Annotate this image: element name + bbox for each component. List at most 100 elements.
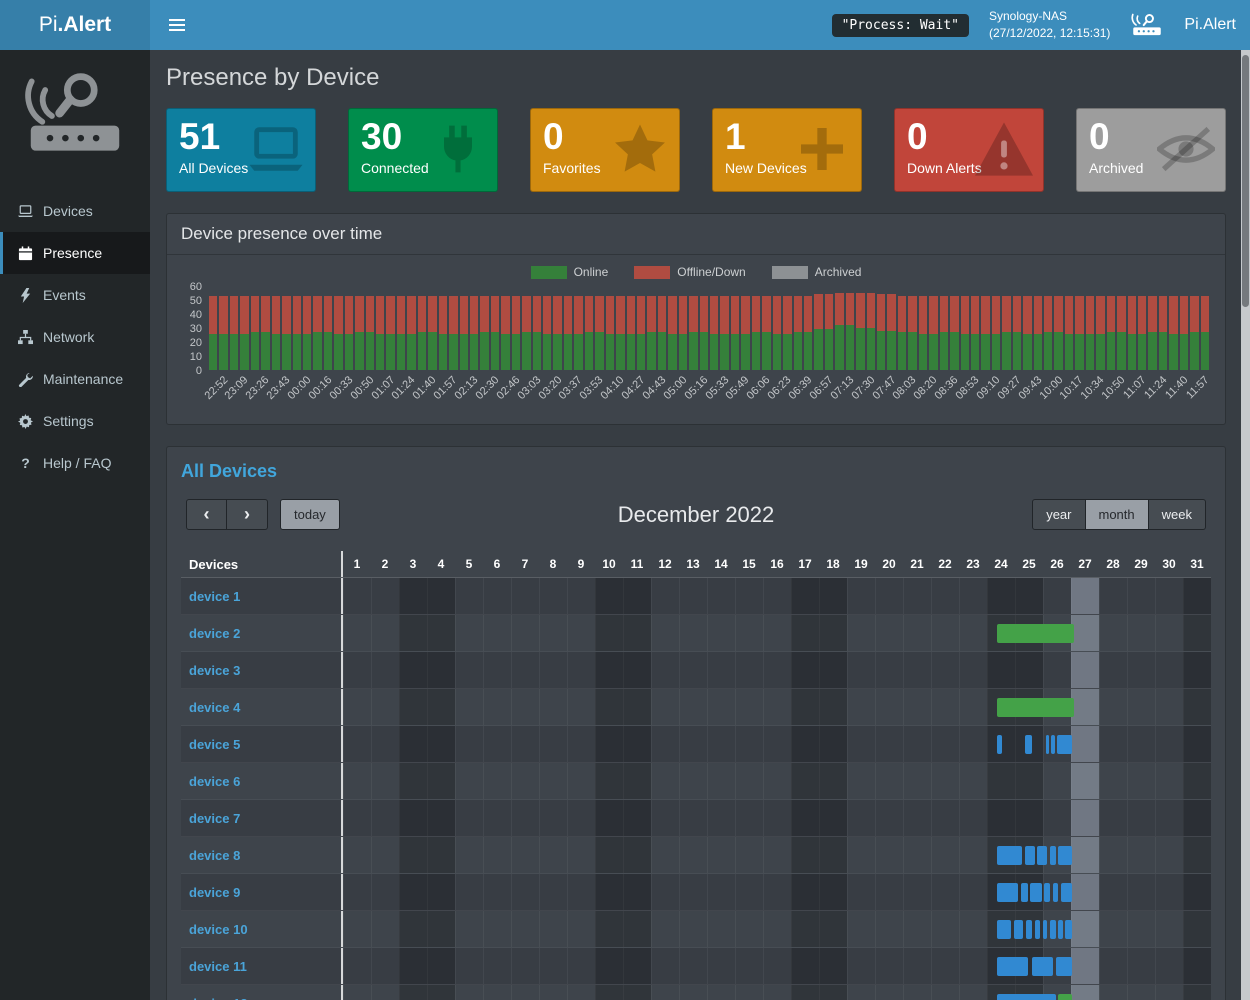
weekend-shade [1183, 763, 1211, 799]
presence-bar[interactable] [1035, 920, 1041, 939]
chart-bar [783, 296, 791, 370]
device-link[interactable]: device 11 [189, 959, 247, 974]
presence-bar[interactable] [1058, 846, 1072, 865]
presence-bar[interactable] [1065, 920, 1073, 939]
sidebar-item-settings[interactable]: Settings [0, 400, 150, 442]
card-all-devices[interactable]: 51All Devices [166, 108, 316, 192]
presence-bar[interactable] [1051, 735, 1054, 754]
weekend-shade [791, 652, 819, 688]
device-link[interactable]: device 5 [189, 737, 240, 752]
online-segment [606, 334, 614, 370]
chart-bar [835, 293, 843, 370]
presence-bar[interactable] [1058, 994, 1072, 1000]
online-segment [543, 334, 551, 370]
sidebar-item-network[interactable]: Network [0, 316, 150, 358]
brand-logo[interactable]: Pi.Alert [0, 0, 150, 50]
online-segment [731, 334, 739, 370]
view-button-week[interactable]: week [1149, 499, 1206, 530]
offline-segment [293, 296, 301, 334]
online-segment [480, 332, 488, 370]
sidebar-item-maintenance[interactable]: Maintenance [0, 358, 150, 400]
legend-item-archived: Archived [772, 265, 862, 279]
presence-bar[interactable] [1021, 883, 1028, 902]
navbar-main: "Process: Wait" Synology-NAS (27/12/2022… [150, 0, 1250, 50]
card-new-devices[interactable]: 1New Devices [712, 108, 862, 192]
chart-bar [293, 296, 301, 370]
presence-bar[interactable] [1030, 883, 1041, 902]
online-segment [345, 334, 353, 370]
device-link[interactable]: device 6 [189, 774, 240, 789]
sidebar-item-devices[interactable]: Devices [0, 190, 150, 232]
weekend-shade [1183, 689, 1211, 725]
device-link[interactable]: device 3 [189, 663, 240, 678]
presence-bar[interactable] [1057, 735, 1072, 754]
presence-bar[interactable] [1025, 735, 1032, 754]
presence-bar[interactable] [1058, 920, 1062, 939]
chart-bar [1169, 296, 1177, 370]
online-segment [940, 332, 948, 370]
presence-bar[interactable] [997, 883, 1018, 902]
device-link[interactable]: device 4 [189, 700, 240, 715]
x-tick-label: 07:13 [828, 374, 856, 402]
device-link[interactable]: device 12 [189, 996, 248, 1000]
card-archived[interactable]: 0Archived [1076, 108, 1226, 192]
presence-bar[interactable] [997, 957, 1028, 976]
presence-bar[interactable] [1014, 920, 1024, 939]
device-link[interactable]: device 2 [189, 626, 240, 641]
presence-bar[interactable] [1037, 846, 1047, 865]
card-down-alerts[interactable]: 0Down Alerts [894, 108, 1044, 192]
presence-bar[interactable] [1056, 957, 1073, 976]
weekend-shade [399, 652, 427, 688]
sidebar-item-events[interactable]: Events [0, 274, 150, 316]
presence-bar[interactable] [1032, 957, 1053, 976]
x-tick-label: 01:07 [369, 374, 397, 402]
device-link[interactable]: device 10 [189, 922, 248, 937]
offline-segment [230, 296, 238, 334]
device-link[interactable]: device 8 [189, 848, 240, 863]
view-button-year[interactable]: year [1032, 499, 1085, 530]
presence-bar[interactable] [997, 994, 1056, 1000]
presence-bar[interactable] [1026, 920, 1032, 939]
router-icon [1130, 12, 1164, 38]
device-name-cell: device 3 [181, 652, 341, 688]
sidebar-toggle-button[interactable] [165, 13, 189, 37]
chart-bar [1002, 296, 1010, 370]
offline-segment [324, 296, 332, 332]
chart-y-axis: 0102030405060 [181, 286, 209, 370]
presence-bar[interactable] [997, 846, 1022, 865]
presence-bar[interactable] [1046, 735, 1049, 754]
page-scrollbar[interactable] [1241, 50, 1250, 1000]
device-link[interactable]: device 7 [189, 811, 240, 826]
weekend-shade [427, 837, 455, 873]
online-segment [616, 334, 624, 370]
weekend-shade [819, 615, 847, 651]
presence-bar[interactable] [997, 735, 1003, 754]
presence-bar[interactable] [997, 624, 1074, 643]
presence-bar[interactable] [1044, 883, 1050, 902]
device-link[interactable]: device 9 [189, 885, 240, 900]
sidebar-item-help-faq[interactable]: ?Help / FAQ [0, 442, 150, 484]
card-favorites[interactable]: 0Favorites [530, 108, 680, 192]
online-segment [491, 332, 499, 370]
presence-bar[interactable] [1025, 846, 1035, 865]
online-segment [595, 332, 603, 370]
day-header: 6 [483, 551, 511, 577]
scrollbar-thumb[interactable] [1242, 55, 1249, 307]
presence-bar[interactable] [997, 698, 1074, 717]
presence-bar[interactable] [1043, 920, 1047, 939]
offline-segment [501, 296, 509, 334]
weekend-shade [791, 948, 819, 984]
chart-bar [689, 296, 697, 370]
view-button-month[interactable]: month [1086, 499, 1149, 530]
presence-bar[interactable] [1050, 846, 1056, 865]
chart-bar [658, 296, 666, 370]
device-link[interactable]: device 1 [189, 589, 240, 604]
presence-bar[interactable] [1050, 920, 1056, 939]
offline-segment [1148, 296, 1156, 332]
presence-bar[interactable] [1061, 883, 1072, 902]
presence-bar[interactable] [997, 920, 1011, 939]
presence-bar[interactable] [1053, 883, 1059, 902]
day-header: 26 [1043, 551, 1071, 577]
card-connected[interactable]: 30Connected [348, 108, 498, 192]
sidebar-item-presence[interactable]: Presence [0, 232, 150, 274]
